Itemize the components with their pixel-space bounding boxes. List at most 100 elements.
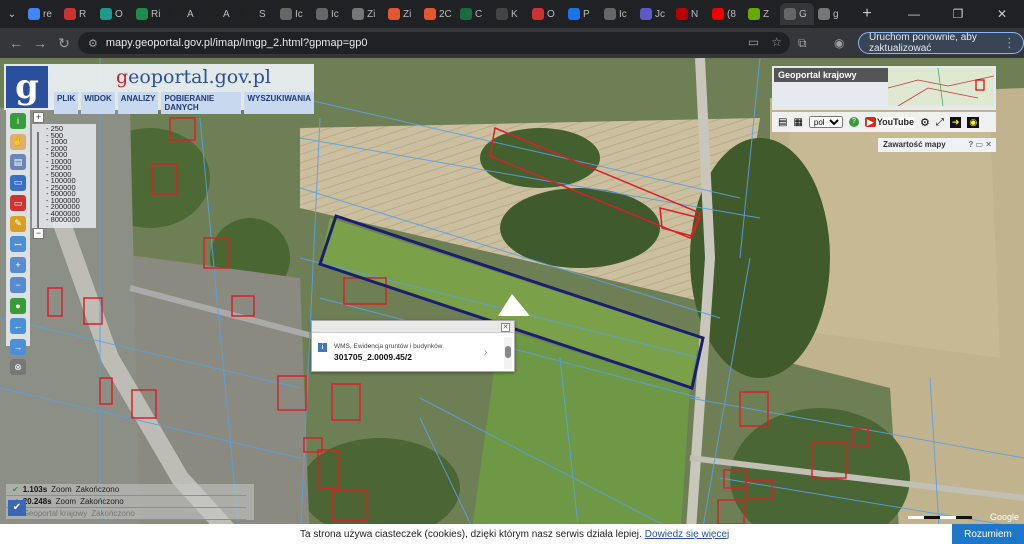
- browser-tab[interactable]: O: [528, 3, 564, 25]
- site-info-icon[interactable]: ⚙: [88, 37, 98, 50]
- minimize-icon[interactable]: —: [892, 0, 936, 28]
- tab-search-icon[interactable]: ⌄: [4, 6, 20, 22]
- expand-icon[interactable]: ⤢: [936, 117, 944, 128]
- forward-arrow-icon[interactable]: →: [10, 338, 26, 355]
- browser-tab[interactable]: P: [564, 3, 600, 25]
- minimap-image: [887, 67, 995, 107]
- menu-plik[interactable]: PLIK: [54, 92, 79, 114]
- ruler-icon[interactable]: ꟷ: [10, 236, 26, 252]
- extensions-icon[interactable]: ⧉: [798, 36, 807, 51]
- browser-tab[interactable]: G: [780, 3, 814, 25]
- zoom-out-icon[interactable]: −: [10, 277, 26, 293]
- browser-tab[interactable]: Ic: [276, 3, 312, 25]
- tab-title: Jc: [655, 8, 665, 20]
- c-icon: [460, 8, 472, 20]
- browser-tab[interactable]: Z: [744, 3, 780, 25]
- zoom-scale-bar[interactable]: + − - 250- 500- 1000- 2000- 5000- 10000-…: [32, 112, 96, 239]
- browser-tab[interactable]: 2C: [420, 3, 456, 25]
- scale-zoom-out-button[interactable]: −: [33, 228, 44, 239]
- profile-icon[interactable]: ◉: [834, 36, 844, 50]
- menu-analizy[interactable]: ANALIZY: [117, 92, 159, 114]
- tab-title: Ri: [151, 8, 161, 20]
- globe-icon[interactable]: ●: [10, 297, 26, 314]
- browser-tab[interactable]: re: [24, 3, 60, 25]
- browser-tab[interactable]: A: [204, 3, 240, 25]
- reload-icon[interactable]: ↻: [52, 35, 76, 52]
- zoom-in-icon[interactable]: +: [10, 256, 26, 273]
- popup-next-chevron-icon[interactable]: ›: [484, 347, 487, 358]
- scale-level[interactable]: - 8000000: [46, 216, 80, 224]
- browser-tab[interactable]: K: [492, 3, 528, 25]
- browser-tab[interactable]: C: [456, 3, 492, 25]
- back-arrow-icon[interactable]: ←: [10, 318, 26, 334]
- scale-zoom-in-button[interactable]: +: [33, 112, 44, 123]
- language-select[interactable]: pol: [808, 116, 843, 128]
- panel-controls-icon[interactable]: ? ▭ ✕: [968, 138, 992, 152]
- pencil-icon[interactable]: ✎: [10, 215, 26, 232]
- status-toggle-icon[interactable]: ✔: [8, 500, 26, 516]
- popup-close-icon[interactable]: ✕: [501, 323, 510, 332]
- restore-icon[interactable]: ❐: [936, 0, 980, 28]
- grid-icon[interactable]: ▦: [793, 117, 802, 128]
- browser-toolbar: ← → ↻ ⚙ mapy.geoportal.gov.pl/imap/Imgp_…: [0, 28, 1024, 58]
- popup-parcel-id[interactable]: 301705_2.0009.45/2: [334, 352, 412, 362]
- overview-minimap[interactable]: [887, 67, 995, 107]
- browser-tab[interactable]: Ic: [600, 3, 636, 25]
- pan-hand-icon[interactable]: ✋: [10, 133, 26, 150]
- browser-tab[interactable]: Zi: [384, 3, 420, 25]
- browser-tab[interactable]: Ri: [132, 3, 168, 25]
- forward-icon[interactable]: →: [28, 35, 52, 51]
- browser-tab[interactable]: N: [672, 3, 708, 25]
- back-icon[interactable]: ←: [4, 35, 28, 51]
- compass-icon[interactable]: ⊗: [10, 359, 26, 375]
- j-icon: [640, 8, 652, 20]
- menu-wyszukiwania[interactable]: WYSZUKIWANIA: [244, 92, 314, 114]
- k-icon: [496, 8, 508, 20]
- print-icon[interactable]: ▤: [778, 117, 787, 128]
- address-bar[interactable]: ⚙ mapy.geoportal.gov.pl/imap/Imgp_2.html…: [78, 32, 790, 54]
- close-window-icon[interactable]: ✕: [980, 0, 1024, 28]
- success-check-icon: ✔: [12, 485, 19, 494]
- browser-tab[interactable]: Zi: [348, 3, 384, 25]
- gmail-icon: [532, 8, 544, 20]
- youtube-link[interactable]: ▶ YouTube: [864, 116, 914, 128]
- delete-selection-icon[interactable]: ▭: [10, 195, 26, 211]
- menu-kebab-icon[interactable]: ⋮: [1003, 35, 1016, 51]
- cookie-learn-more-link[interactable]: Dowiedz się więcej: [645, 529, 729, 540]
- tab-title: g: [833, 8, 839, 20]
- help-icon[interactable]: ?: [848, 117, 859, 127]
- feature-info-popup: ✕ i WMS, Ewidencja gruntów i budynków 30…: [311, 320, 515, 372]
- map-contents-header[interactable]: Zawartość mapy ? ▭ ✕: [878, 138, 996, 152]
- bookmark-star-icon[interactable]: ☆: [771, 35, 782, 49]
- tab-title: G: [799, 8, 807, 20]
- menu-widok[interactable]: WIDOK: [81, 92, 115, 114]
- browser-tab[interactable]: (8: [708, 3, 744, 25]
- info-tool-icon[interactable]: i: [10, 113, 26, 129]
- menu-pobieranie-danych[interactable]: POBIERANIE DANYCH: [161, 92, 242, 114]
- tab-title: Ic: [295, 8, 303, 20]
- settings-icon[interactable]: ⚙: [920, 116, 930, 129]
- new-tab-button[interactable]: +: [856, 5, 878, 23]
- layers-icon[interactable]: ▤: [10, 154, 26, 170]
- tab-title: O: [547, 8, 555, 20]
- zoom-slider-track[interactable]: [37, 132, 39, 232]
- browser-tab[interactable]: S: [240, 3, 276, 25]
- browser-tab[interactable]: Ic: [312, 3, 348, 25]
- arrow-right-icon[interactable]: ➜: [949, 116, 962, 128]
- tab-title: K: [511, 8, 518, 20]
- popup-scrollbar[interactable]: [504, 337, 512, 369]
- url-text: mapy.geoportal.gov.pl/imap/Imgp_2.html?g…: [105, 37, 368, 49]
- browser-tab[interactable]: A: [168, 3, 204, 25]
- browser-tab[interactable]: O: [96, 3, 132, 25]
- cast-icon[interactable]: ▭: [748, 35, 759, 49]
- eye-icon[interactable]: ◉: [967, 116, 980, 128]
- google-attribution: Google: [990, 512, 1020, 522]
- update-button[interactable]: Uruchom ponownie, aby zaktualizować: [858, 32, 1024, 54]
- cookie-accept-button[interactable]: Rozumiem: [952, 524, 1024, 544]
- browser-tab[interactable]: g: [814, 3, 850, 25]
- map-viewport[interactable]: g geoportal.gov.pl PLIK WIDOK ANALIZY PO…: [0, 58, 1024, 544]
- browser-tab[interactable]: Jc: [636, 3, 672, 25]
- browser-tab[interactable]: R: [60, 3, 96, 25]
- select-icon[interactable]: ▭: [10, 174, 26, 191]
- youtube-icon: [712, 8, 724, 20]
